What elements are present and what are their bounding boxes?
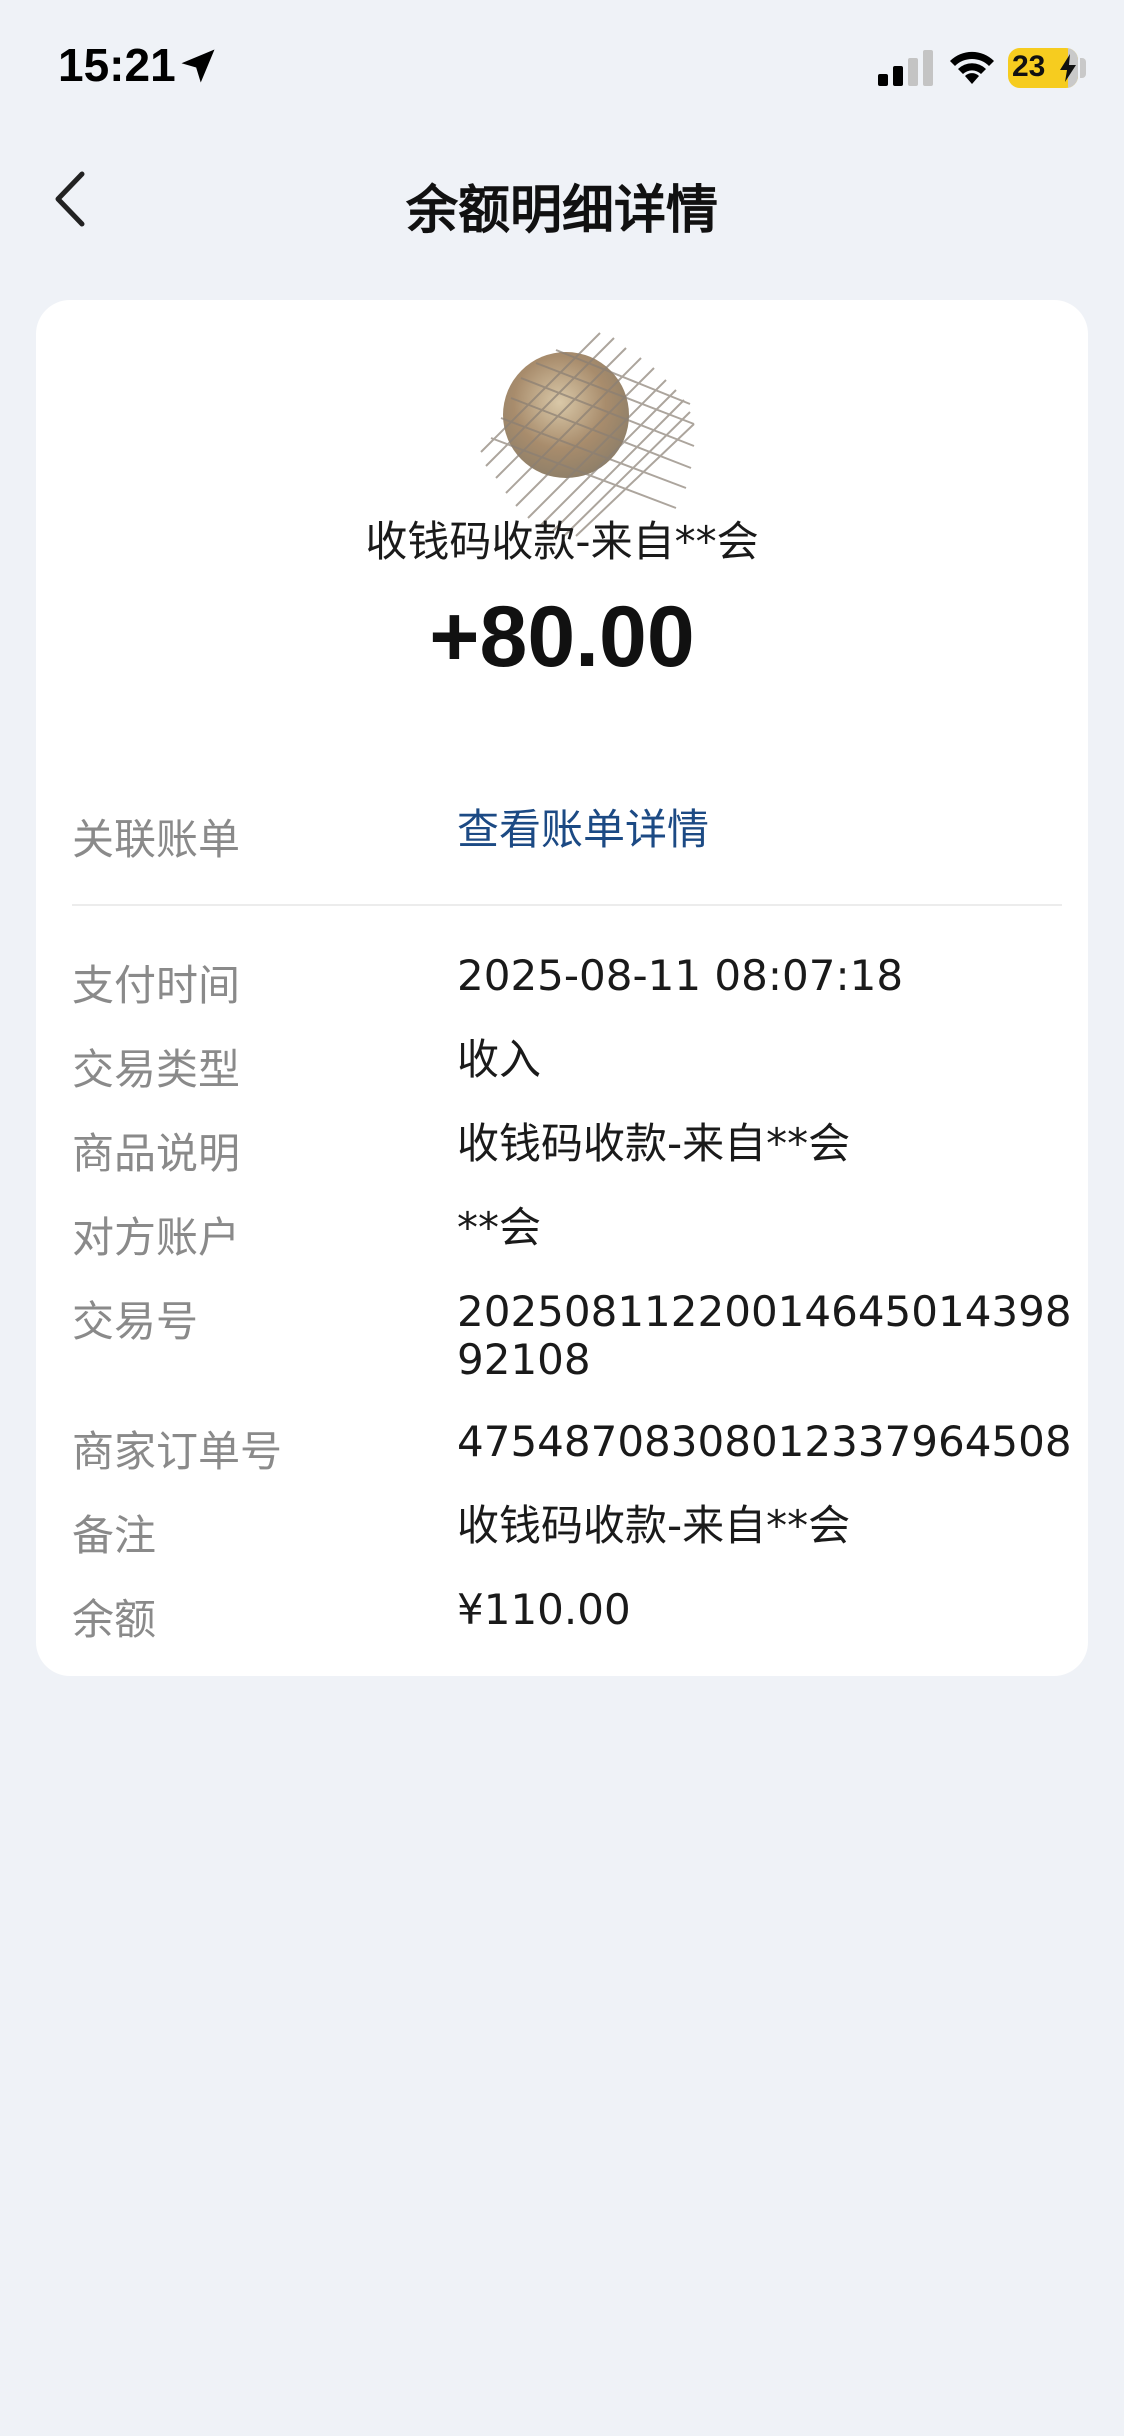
wifi-icon	[950, 51, 994, 84]
battery-icon: 23	[1008, 48, 1078, 88]
detail-label: 支付时间	[72, 961, 241, 1010]
detail-label: 商品说明	[72, 1129, 241, 1178]
battery-cap	[1080, 58, 1086, 78]
counterparty-title: 收钱码收款-来自**会	[365, 517, 759, 566]
detail-value: 收钱码收款-来自**会	[457, 1501, 851, 1550]
detail-value: 收入	[457, 1035, 542, 1084]
nav-bar: 余额明细详情	[0, 150, 1124, 250]
divider	[72, 904, 1062, 906]
status-time: 15:21	[58, 39, 176, 91]
signal-icon	[878, 50, 933, 86]
status-bar: 15:21 23	[0, 0, 1124, 140]
detail-value: 47548708308012337964508	[457, 1417, 1072, 1466]
detail-label: 对方账户	[72, 1213, 241, 1262]
detail-value: 2025081122001464501439892108	[457, 1287, 1072, 1384]
charging-bolt-icon	[1060, 54, 1076, 82]
related-bill-label: 关联账单	[72, 815, 241, 864]
detail-value: **会	[457, 1203, 542, 1252]
detail-label: 余额	[72, 1595, 157, 1644]
transaction-card: 收钱码收款-来自**会 +80.00 关联账单 查看账单详情 支付时间 2025…	[36, 300, 1088, 1676]
detail-label: 备注	[72, 1511, 157, 1560]
detail-label: 商家订单号	[72, 1427, 283, 1476]
detail-value: ¥110.00	[457, 1585, 631, 1634]
avatar-redaction-scribble	[480, 332, 695, 537]
detail-label: 交易号	[72, 1297, 199, 1346]
location-arrow-icon	[181, 49, 215, 83]
detail-value: 2025-08-11 08:07:18	[457, 951, 904, 1000]
view-bill-details-link[interactable]: 查看账单详情	[457, 806, 1082, 854]
detail-label: 交易类型	[72, 1045, 241, 1094]
page-title: 余额明细详情	[405, 181, 718, 241]
transaction-amount: +80.00	[429, 589, 695, 685]
battery-level: 23	[1012, 50, 1046, 83]
detail-value: 收钱码收款-来自**会	[457, 1119, 851, 1168]
